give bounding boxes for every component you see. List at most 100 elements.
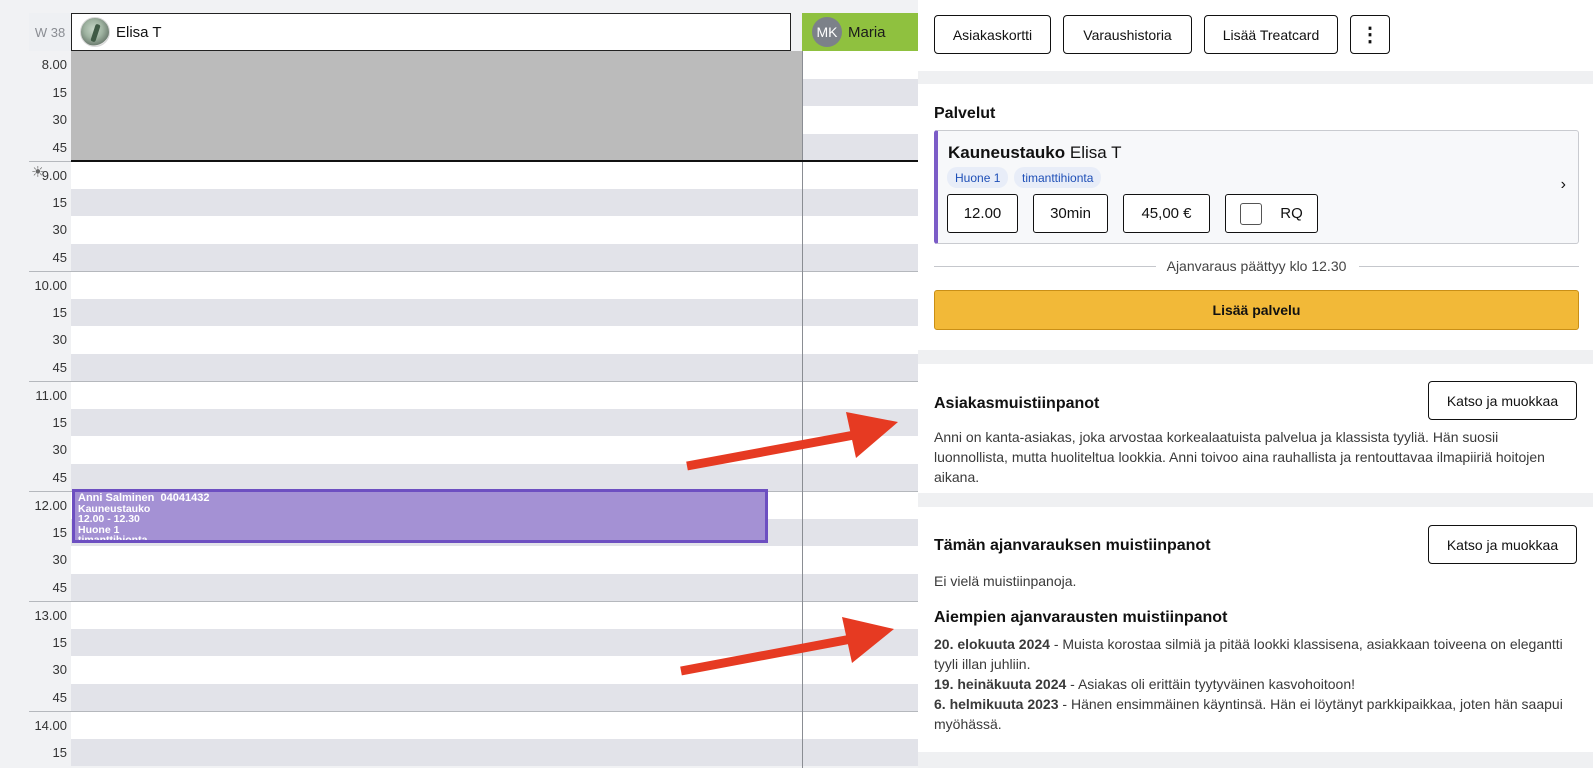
time-label: 30 <box>52 662 67 678</box>
time-slot[interactable] <box>71 271 802 299</box>
time-slot[interactable] <box>803 683 918 711</box>
time-slot[interactable] <box>803 271 918 299</box>
time-slot[interactable] <box>803 628 918 656</box>
time-slot[interactable] <box>803 738 918 766</box>
avatar <box>80 17 110 47</box>
time-label: 13.00 <box>29 601 71 629</box>
appointment-time: 12.00 - 12.30 <box>78 513 140 525</box>
time-slot[interactable] <box>803 133 918 161</box>
time-label: 8.00 <box>41 57 67 73</box>
duration-field[interactable]: 30min <box>1033 194 1108 233</box>
sun-icon: ☀ <box>31 164 45 181</box>
time-slot[interactable] <box>803 408 918 436</box>
rq-toggle[interactable]: RQ <box>1225 194 1318 233</box>
service-staff: Elisa T <box>1069 143 1122 162</box>
time-slot[interactable] <box>803 711 918 739</box>
time-slot[interactable] <box>71 243 802 271</box>
previous-note-date: 6. helmikuuta 2023 <box>934 696 1059 712</box>
add-treatcard-button[interactable]: Lisää Treatcard <box>1204 15 1338 54</box>
appointment-room: Huone 1 <box>78 523 120 536</box>
time-slot[interactable] <box>803 573 918 601</box>
time-slot[interactable] <box>803 106 918 134</box>
service-item[interactable]: Kauneustauko Elisa T Huone 1 timanttihio… <box>934 130 1579 244</box>
time-slot[interactable] <box>71 408 802 436</box>
time-slot[interactable] <box>71 298 802 326</box>
time-slot[interactable] <box>71 216 802 244</box>
time-slot[interactable] <box>71 463 802 491</box>
time-slot[interactable] <box>803 188 918 216</box>
time-slot[interactable] <box>803 298 918 326</box>
price-field[interactable]: 45,00 € <box>1123 194 1210 233</box>
client-card-button[interactable]: Asiakaskortti <box>934 15 1051 54</box>
time-slot[interactable] <box>71 683 802 711</box>
appointment-client-line: Anni Salminen 04041432 <box>78 493 762 504</box>
chevron-right-icon[interactable]: › <box>1561 176 1566 194</box>
appointment-phone: 04041432 <box>160 492 210 504</box>
time-slot[interactable] <box>71 326 802 354</box>
edit-client-notes-button[interactable]: Katso ja muokkaa <box>1428 381 1577 420</box>
appointment-service: Kauneustauko <box>78 502 151 515</box>
time-slot[interactable] <box>803 216 918 244</box>
time-slot[interactable] <box>71 601 802 629</box>
previous-note-entry: 6. helmikuuta 2023 - Hänen ensimmäinen k… <box>934 694 1564 734</box>
time-slot[interactable] <box>803 491 918 519</box>
week-number: W 38 <box>29 13 71 51</box>
time-label: 45 <box>52 359 67 375</box>
time-slot[interactable] <box>71 188 802 216</box>
service-title: Kauneustauko Elisa T <box>948 143 1122 163</box>
time-slot[interactable] <box>803 78 918 106</box>
staff-column-header-elisa[interactable]: Elisa T <box>71 13 791 51</box>
time-slot[interactable] <box>803 518 918 546</box>
time-label: 14.00 <box>29 711 71 739</box>
time-slot[interactable] <box>803 656 918 684</box>
time-slot[interactable] <box>803 546 918 574</box>
time-slot[interactable] <box>71 711 802 739</box>
staff-column-elisa[interactable]: Anni Salminen 04041432 Kauneustauko 12.0… <box>71 51 803 768</box>
action-toolbar: Asiakaskortti Varaushistoria Lisää Treat… <box>918 0 1593 71</box>
add-service-button[interactable]: Lisää palvelu <box>934 290 1579 330</box>
staff-name: Elisa T <box>116 23 162 41</box>
time-slot[interactable] <box>71 738 802 766</box>
time-slot[interactable] <box>71 628 802 656</box>
time-slot[interactable] <box>71 546 802 574</box>
time-slot[interactable] <box>803 601 918 629</box>
edit-booking-notes-button[interactable]: Katso ja muokkaa <box>1428 525 1577 564</box>
time-slot[interactable] <box>803 353 918 381</box>
time-slot[interactable] <box>71 436 802 464</box>
time-column: 8.00 15 30 45 9.00 15 30 45 10.00 15 30 45 11.00 15 30… <box>29 51 71 768</box>
booking-history-button[interactable]: Varaushistoria <box>1063 15 1192 54</box>
services-section: Palvelut Kauneustauko Elisa T Huone 1 ti… <box>918 84 1593 350</box>
time-slot[interactable] <box>71 353 802 381</box>
staff-column-header-maria[interactable]: MK Maria <box>802 13 918 51</box>
time-slot[interactable] <box>803 51 918 79</box>
more-vertical-icon[interactable]: ⋮ <box>1350 15 1390 54</box>
time-label: 15 <box>52 84 67 100</box>
time-slot[interactable] <box>71 161 802 189</box>
time-label: 15 <box>52 304 67 320</box>
calendar-grid: 8.00 15 30 45 9.00 15 30 45 10.00 15 30 45 11.00 15 30… <box>29 51 918 768</box>
time-label: 45 <box>52 579 67 595</box>
time-slot[interactable] <box>803 463 918 491</box>
calendar-panel: W 38 Elisa T MK Maria 8.00 15 30 45 9.00 15 30… <box>0 0 918 768</box>
time-slot[interactable] <box>71 573 802 601</box>
rq-checkbox[interactable] <box>1240 202 1263 225</box>
appointment-block[interactable]: Anni Salminen 04041432 Kauneustauko 12.0… <box>72 489 768 543</box>
time-label: 15 <box>52 414 67 430</box>
service-name: Kauneustauko <box>948 143 1066 162</box>
staff-column-maria[interactable] <box>803 51 918 768</box>
start-time-field[interactable]: 12.00 <box>947 194 1018 233</box>
previous-note-date: 20. elokuuta 2024 <box>934 636 1050 652</box>
time-label: 15 <box>52 634 67 650</box>
blocked-time <box>71 51 802 161</box>
time-slot[interactable] <box>803 326 918 354</box>
time-slot[interactable] <box>803 161 918 189</box>
time-slot[interactable] <box>803 243 918 271</box>
time-label: 15 <box>52 524 67 540</box>
time-slot[interactable] <box>71 381 802 409</box>
time-label: 11.00 <box>29 381 71 409</box>
booking-notes-heading: Tämän ajanvarauksen muistiinpanot <box>934 537 1211 554</box>
time-slot[interactable] <box>71 656 802 684</box>
time-slot[interactable] <box>803 436 918 464</box>
previous-note-text: - Asiakas oli erittäin tyytyväinen kasvo… <box>1066 676 1355 692</box>
time-slot[interactable] <box>803 381 918 409</box>
